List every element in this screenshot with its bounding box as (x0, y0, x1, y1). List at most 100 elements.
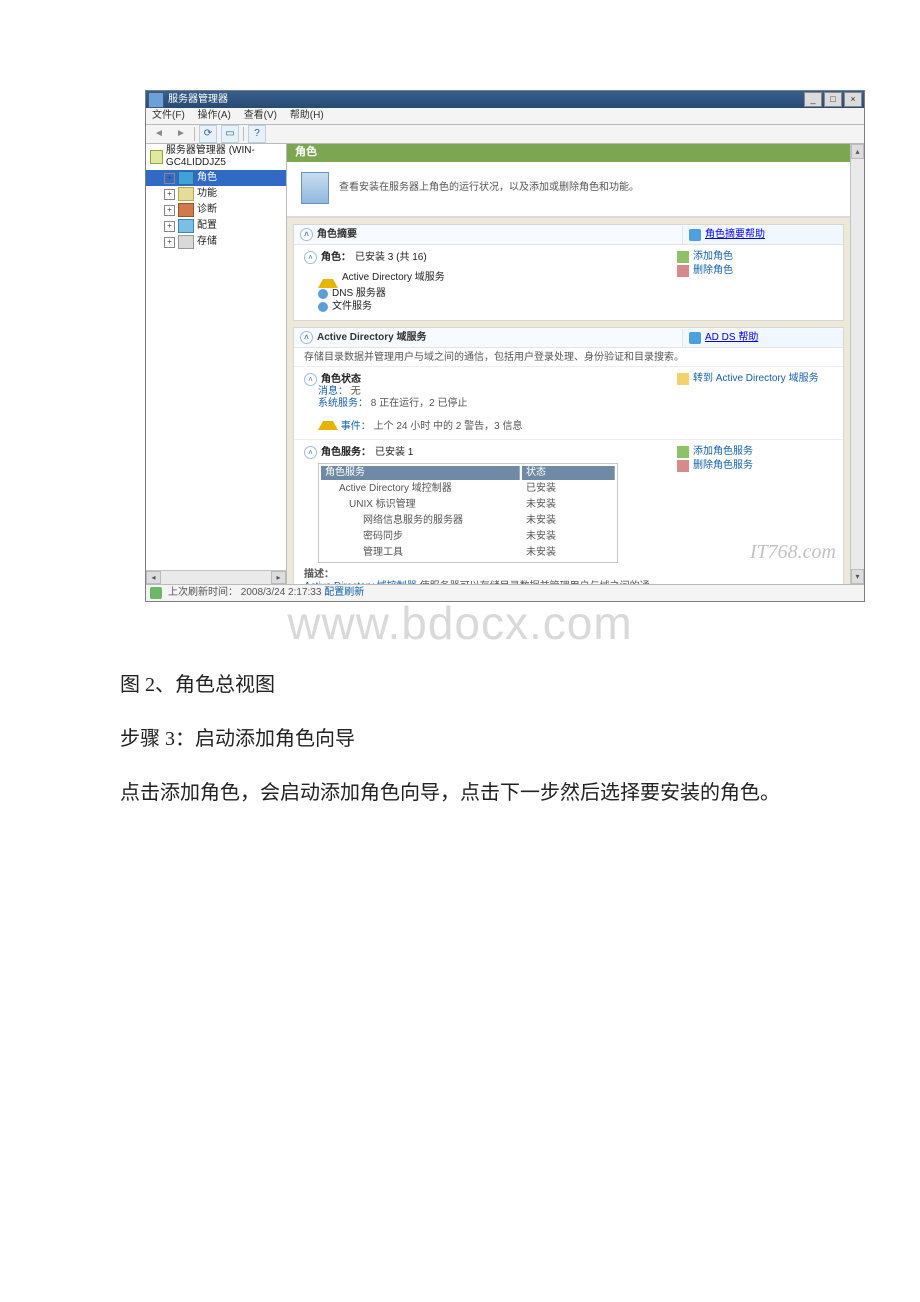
scroll-track[interactable] (161, 571, 271, 584)
config-icon (178, 219, 194, 233)
menu-help[interactable]: 帮助(H) (290, 110, 324, 121)
expand-icon[interactable]: + (164, 237, 175, 248)
expand-icon[interactable]: + (164, 173, 175, 184)
scroll-left-icon[interactable]: ◂ (146, 571, 161, 584)
nav-back-button[interactable]: ◄ (150, 125, 168, 143)
svc-label: 系统服务： (318, 398, 368, 409)
content-heading: 角色 (287, 144, 850, 162)
status-label: 上次刷新时间： (168, 587, 238, 598)
minimize-button[interactable]: _ (804, 92, 822, 107)
scroll-up-icon[interactable]: ▴ (851, 144, 864, 159)
help-button[interactable]: ? (248, 125, 266, 143)
list-item[interactable]: 文件服务 (318, 301, 661, 313)
collapse-icon[interactable]: ˄ (300, 228, 313, 241)
role-services-title: 角色服务： (321, 447, 371, 459)
info-icon (318, 302, 328, 312)
diagnostics-icon (178, 203, 194, 217)
tree-item-storage[interactable]: + 存储 (146, 234, 286, 250)
window-title: 服务器管理器 (168, 94, 802, 106)
scroll-track[interactable] (851, 159, 864, 569)
nav-fwd-button[interactable]: ► (172, 125, 190, 143)
menubar: 文件(F) 操作(A) 查看(V) 帮助(H) (146, 108, 864, 125)
features-icon (178, 187, 194, 201)
tree-root[interactable]: 服务器管理器 (WIN-GC4LIDDJZ5 (146, 144, 286, 170)
scroll-down-icon[interactable]: ▾ (851, 569, 864, 584)
content-pane: 角色 查看安装在服务器上角色的运行状况，以及添加或删除角色和功能。 (287, 144, 850, 584)
section-title: 角色摘要 (317, 229, 357, 241)
evt-value: 上个 24 小时 中的 2 警告，3 信息 (374, 421, 523, 432)
table-row[interactable]: 密码同步未安装 (321, 530, 615, 544)
tree-label: 角色 (197, 172, 217, 184)
adds-desc: 存储目录数据并管理用户与域之间的通信，包括用户登录处理、身份验证和目录搜索。 (294, 348, 843, 366)
goto-icon (677, 373, 689, 385)
tree-item-config[interactable]: + 配置 (146, 218, 286, 234)
figure-caption: 图 2、角色总视图 (120, 666, 800, 704)
adds-help-link[interactable]: AD DS 帮助 (689, 332, 837, 344)
toolbar: ◄ ► ⟳ ▭ ? (146, 125, 864, 144)
col-name: 角色服务 (321, 466, 520, 480)
tree-hscroll[interactable]: ◂ ▸ (146, 570, 286, 584)
table-row[interactable]: Active Directory 域控制器已安装 (321, 482, 615, 496)
goto-adds-link[interactable]: 转到 Active Directory 域服务 (677, 373, 837, 385)
remove-role-svc-link[interactable]: 删除角色服务 (677, 460, 837, 472)
tree-item-features[interactable]: + 功能 (146, 186, 286, 202)
collapse-icon[interactable]: ˄ (300, 331, 313, 344)
close-button[interactable]: × (844, 92, 862, 107)
collapse-icon[interactable]: ˄ (304, 373, 317, 386)
desc-link[interactable]: Active Directory 域控制器 (304, 581, 417, 584)
info-icon (318, 289, 328, 299)
add-role-link[interactable]: 添加角色 (677, 251, 837, 263)
menu-view[interactable]: 查看(V) (244, 110, 277, 121)
list-item[interactable]: Active Directory 域服务 (318, 268, 661, 287)
tree-root-label: 服务器管理器 (WIN-GC4LIDDJZ5 (166, 145, 282, 169)
tree-item-diagnostics[interactable]: + 诊断 (146, 202, 286, 218)
article-body: 图 2、角色总视图 步骤 3：启动添加角色向导 点击添加角色，会启动添加角色向导… (0, 666, 920, 812)
expand-icon[interactable]: + (164, 189, 175, 200)
server-icon (150, 150, 163, 164)
menu-action[interactable]: 操作(A) (198, 110, 231, 121)
roles-count-value: 已安装 3 (共 16) (355, 252, 427, 264)
desc-label: 描述： (304, 569, 334, 580)
warn-icon (318, 269, 338, 288)
watermark: IT768.com (750, 540, 836, 564)
collapse-icon[interactable]: ˄ (304, 446, 317, 459)
step-title: 步骤 3：启动添加角色向导 (120, 720, 800, 758)
content-vscroll[interactable]: ▴ ▾ (850, 144, 864, 584)
warn-icon (318, 411, 338, 430)
menu-file[interactable]: 文件(F) (152, 110, 185, 121)
installed-roles-list: Active Directory 域服务 DNS 服务器 文件服务 (318, 268, 661, 313)
role-services-value: 已安装 1 (375, 447, 413, 459)
collapse-icon[interactable]: ˄ (304, 251, 317, 264)
properties-button[interactable]: ▭ (221, 125, 239, 143)
table-row[interactable]: UNIX 标识管理未安装 (321, 498, 615, 512)
remove-icon (677, 265, 689, 277)
refresh-button[interactable]: ⟳ (199, 125, 217, 143)
roles-help-link[interactable]: 角色摘要帮助 (689, 229, 837, 241)
link-label: 角色摘要帮助 (705, 229, 765, 241)
table-row[interactable]: 管理工具未安装 (321, 546, 615, 560)
expand-icon[interactable]: + (164, 205, 175, 216)
maximize-button[interactable]: □ (824, 92, 842, 107)
intro-text: 查看安装在服务器上角色的运行状况，以及添加或删除角色和功能。 (339, 182, 639, 194)
tree-label: 配置 (197, 220, 217, 232)
server-manager-window: 服务器管理器 _ □ × 文件(F) 操作(A) 查看(V) 帮助(H) ◄ ►… (145, 90, 865, 602)
msg-label: 消息： (318, 386, 348, 397)
scroll-right-icon[interactable]: ▸ (271, 571, 286, 584)
add-icon (677, 446, 689, 458)
titlebar: 服务器管理器 _ □ × (146, 91, 864, 108)
tree-label: 诊断 (197, 204, 217, 216)
table-row[interactable]: 网络信息服务的服务器未安装 (321, 514, 615, 528)
nav-tree: 服务器管理器 (WIN-GC4LIDDJZ5 + 角色 + 功能 + (146, 144, 287, 584)
role-services-table: 角色服务 状态 Active Directory 域控制器已安装 UNIX 标识… (318, 463, 618, 563)
list-item[interactable]: DNS 服务器 (318, 288, 661, 300)
remove-role-link[interactable]: 删除角色 (677, 265, 837, 277)
add-role-svc-link[interactable]: 添加角色服务 (677, 446, 837, 458)
toolbar-separator (243, 127, 244, 141)
help-icon (689, 229, 701, 241)
role-state-title: 角色状态 (321, 374, 361, 386)
roles-icon (178, 171, 194, 185)
evt-label: 事件： (341, 421, 371, 432)
expand-icon[interactable]: + (164, 221, 175, 232)
tree-item-roles[interactable]: + 角色 (146, 170, 286, 186)
tree-label: 存储 (197, 236, 217, 248)
